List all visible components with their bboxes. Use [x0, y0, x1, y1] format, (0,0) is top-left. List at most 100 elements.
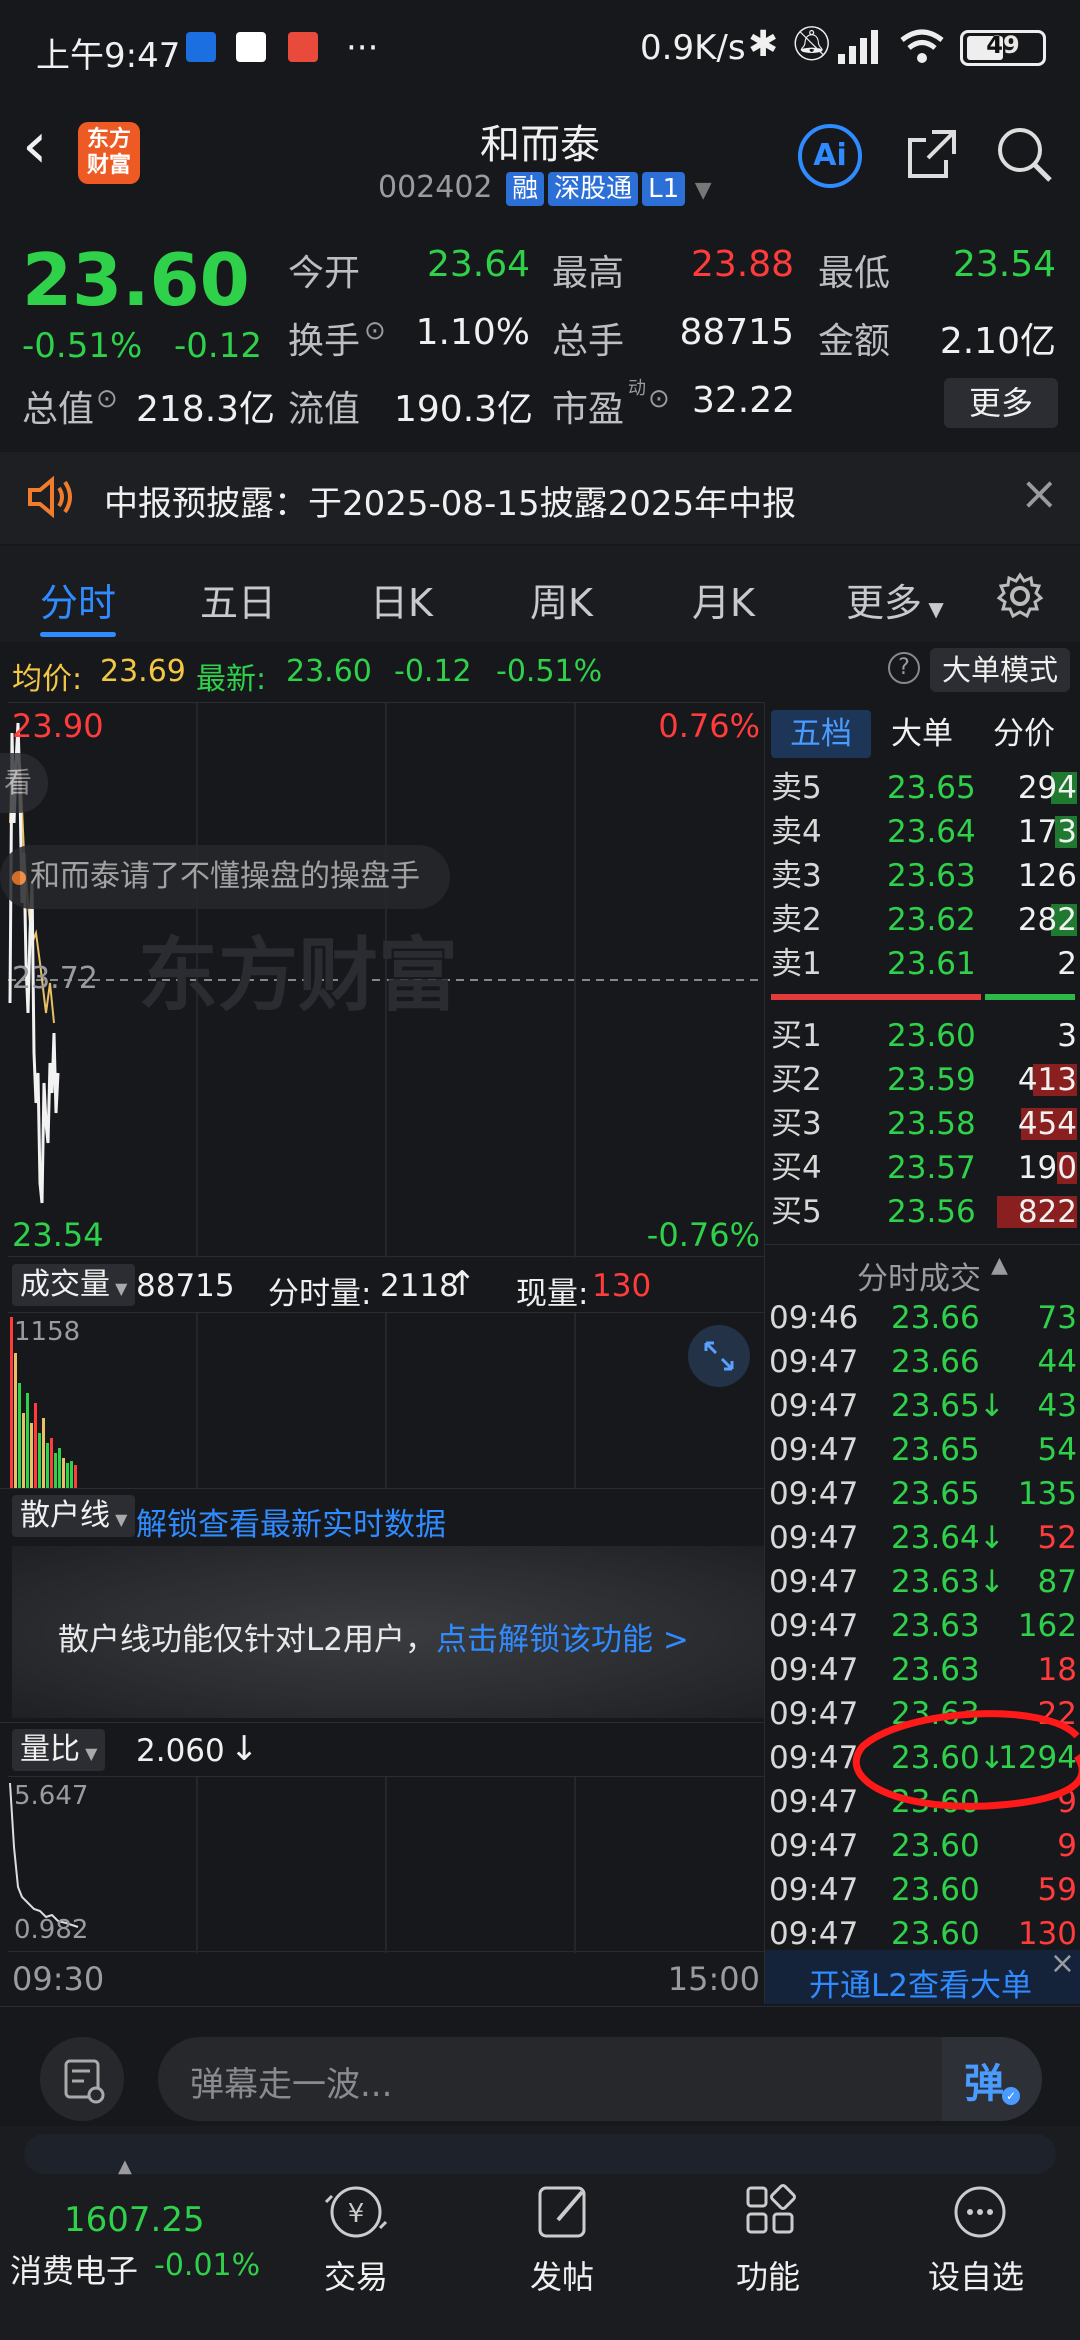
danmu-placeholder: 弹幕走一波... — [190, 2065, 393, 2105]
time-axis: 09:30 15:00 — [0, 1954, 764, 2004]
row-volume: 173 — [1017, 814, 1077, 850]
sell-row: 卖2 23.62 282 — [765, 898, 1080, 942]
tab-dadan[interactable]: 大单 — [891, 710, 953, 758]
liangbi-select[interactable]: 量比 ▼ — [12, 1729, 106, 1771]
now-volume-value: 130 — [592, 1268, 652, 1304]
row-price: 23.61 — [887, 946, 976, 982]
index-name[interactable]: 消费电子 — [10, 2246, 138, 2292]
sanhu-info-link[interactable]: 点击解锁该功能 > — [436, 1622, 689, 1658]
price-chart[interactable]: 东方财富 23.90 0.76% 23.54 -0.76% 23.72 看 和而… — [0, 702, 764, 1258]
volume-bar — [50, 1438, 53, 1489]
danmu-send-button[interactable]: 弹 ✓ — [942, 2037, 1042, 2121]
row-price: 23.65 — [887, 770, 976, 806]
sanhu-info: 散户线功能仅针对L2用户，点击解锁该功能 > — [58, 1614, 689, 1659]
danmu-bubble: 和而泰请了不懂操盘的操盘手 — [0, 845, 450, 909]
trade-row: 09:46 23.66 73 — [765, 1296, 1080, 1340]
stock-code-row[interactable]: 002402 融深股通 L1 ▼ — [378, 170, 712, 206]
volume-bar — [66, 1463, 69, 1489]
danmu-settings-icon[interactable] — [40, 2037, 124, 2121]
amount-value: 2.10亿 — [939, 321, 1056, 362]
caret-down-icon: ▼ — [922, 597, 944, 621]
check-icon: ✓ — [1002, 2087, 1020, 2105]
tag-sgt: 深股通 — [548, 172, 639, 206]
close-icon[interactable]: × — [1050, 1946, 1075, 1981]
trades-header[interactable]: 分时成交 ▲ — [765, 1244, 1080, 1297]
nav-top-strip — [24, 2134, 1056, 2174]
share-icon[interactable] — [902, 124, 962, 188]
volume-chart[interactable]: 1158 — [8, 1312, 764, 1489]
tab-fenshi[interactable]: 分时 — [40, 572, 116, 627]
ratio-green — [985, 994, 1075, 1000]
ai-button[interactable]: Ai — [798, 124, 862, 188]
more-dots-icon[interactable] — [944, 2182, 1016, 2242]
index-pct: -0.01% — [154, 2248, 261, 2283]
chart-bottom-pct: -0.76% — [646, 1216, 760, 1254]
tag-l1: L1 — [642, 172, 686, 206]
trade-volume: 44 — [1037, 1344, 1077, 1380]
trades-title: 分时成交 — [857, 1261, 981, 1297]
tab-more[interactable]: 更多 ▼ — [846, 572, 944, 627]
chart-tabs: 分时 五日 日K 周K 月K 更多 ▼ — [0, 546, 1080, 642]
trade-row: 09:47 23.63 162 — [765, 1604, 1080, 1648]
volume-indicator-select[interactable]: 成交量 ▼ — [12, 1264, 136, 1306]
buy-row: 买4 23.57 190 — [765, 1146, 1080, 1190]
l2-link[interactable]: 开通L2查看大单 — [809, 1960, 1032, 2005]
nav-watchlist[interactable]: 设自选 — [928, 2252, 1024, 2298]
volume-label: 成交量 — [20, 1267, 110, 1302]
search-icon[interactable] — [994, 124, 1054, 188]
volume-bar — [54, 1453, 57, 1489]
sanhu-unlock-link[interactable]: 解锁查看最新实时数据 — [136, 1499, 446, 1544]
more-button[interactable]: 更多 — [944, 378, 1058, 428]
volume-bar — [18, 1383, 21, 1489]
info-circle-icon[interactable]: ⊙ — [364, 316, 386, 346]
trade-time: 09:47 — [769, 1784, 859, 1820]
row-volume: 2 — [1057, 946, 1077, 982]
danmu-text: 和而泰请了不懂操盘的操盘手 — [30, 859, 420, 894]
gear-icon[interactable] — [996, 572, 1044, 624]
trade-direction-icon: ↓ — [979, 1564, 1005, 1600]
tab-wudang[interactable]: 五档 — [771, 710, 871, 758]
nav-post[interactable]: 发帖 — [530, 2252, 594, 2298]
trade-row: 09:47 23.65 ↓ 43 — [765, 1384, 1080, 1428]
row-price: 23.64 — [887, 814, 976, 850]
time-end: 15:00 — [667, 1960, 760, 1998]
sanhu-select[interactable]: 散户线 ▼ — [12, 1495, 136, 1537]
battery-level: 49 — [986, 31, 1020, 59]
trade-volume: 18 — [1037, 1652, 1077, 1688]
info-circle-icon[interactable]: ⊙ — [648, 384, 670, 414]
liangbi-chart[interactable]: 5.647 0.982 — [8, 1776, 764, 1953]
nav-function[interactable]: 功能 — [736, 2252, 800, 2298]
sell-orders: 卖5 23.65 294 卖4 23.64 173 卖3 23.63 126 卖2 23.62 282… — [765, 766, 1080, 986]
trade-icon[interactable]: ¥ — [320, 2182, 392, 2242]
mktcap-label: 总值 — [22, 389, 95, 430]
float-value: 190.3亿 — [394, 389, 534, 430]
tab-fenjia[interactable]: 分价 — [993, 710, 1055, 758]
help-icon[interactable]: ? — [888, 652, 920, 684]
expand-icon[interactable] — [688, 1325, 750, 1387]
index-value[interactable]: 1607.25 — [64, 2200, 205, 2240]
tab-wuri[interactable]: 五日 — [200, 572, 276, 627]
big-order-mode-button[interactable]: 大单模式 — [930, 648, 1070, 692]
low-value: 23.54 — [952, 244, 1056, 285]
grid-function-icon[interactable] — [734, 2182, 806, 2242]
tab-zhouk[interactable]: 周K — [530, 572, 593, 627]
notice-bar[interactable]: 中报预披露：于2025-08-15披露2025年中报 × — [0, 452, 1080, 544]
sell-row: 卖1 23.61 2 — [765, 942, 1080, 986]
trade-volume: 52 — [1037, 1520, 1077, 1556]
tab-rik[interactable]: 日K — [370, 572, 433, 627]
trade-price: 23.60 — [891, 1872, 980, 1908]
row-volume: 454 — [1017, 1106, 1077, 1142]
l2-banner[interactable]: 开通L2查看大单 × — [765, 1946, 1080, 2005]
volume-bar — [74, 1465, 77, 1489]
close-icon[interactable]: × — [1020, 466, 1059, 520]
change-pct: -0.51% — [22, 326, 143, 366]
danmu-input-bar: 弹幕走一波... 弹 ✓ — [0, 2006, 1080, 2126]
tab-indicator — [40, 632, 116, 637]
network-speed: 0.9K/s — [640, 28, 746, 68]
edit-post-icon[interactable] — [528, 2182, 600, 2242]
volume-bar — [46, 1443, 49, 1489]
nav-trade[interactable]: 交易 — [324, 2252, 388, 2298]
danmu-input[interactable]: 弹幕走一波... 弹 ✓ — [158, 2037, 1042, 2121]
tab-yuek[interactable]: 月K — [692, 572, 755, 627]
info-circle-icon[interactable]: ⊙ — [96, 384, 118, 414]
